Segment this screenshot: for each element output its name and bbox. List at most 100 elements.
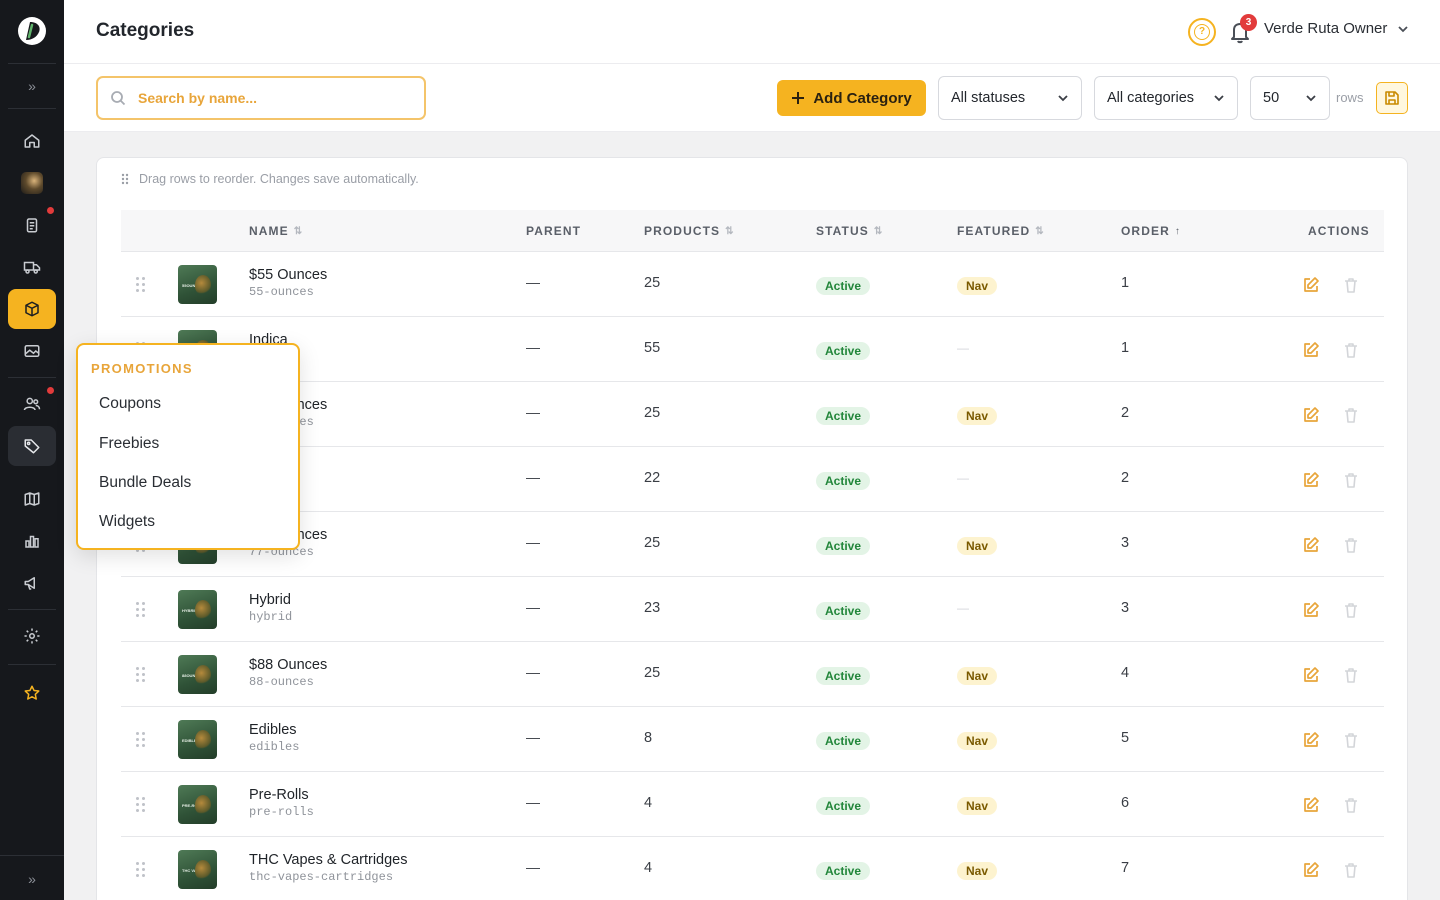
- category-name: THC Vapes & Cartridges: [249, 852, 408, 868]
- order-cell: 2: [1121, 405, 1130, 421]
- sort-icon: ⇅: [725, 225, 734, 237]
- delete-icon[interactable]: [1342, 341, 1360, 359]
- add-category-label: Add Category: [813, 89, 912, 107]
- category-slug: 88-ounces: [249, 675, 314, 689]
- category-name-cell: Hybrid hybrid: [249, 592, 292, 624]
- delete-icon[interactable]: [1342, 601, 1360, 619]
- thumbnail-label: 55OUNCES: [182, 283, 204, 288]
- map-icon[interactable]: [8, 479, 56, 519]
- favorites-icon[interactable]: [8, 673, 56, 713]
- edit-icon[interactable]: [1302, 276, 1320, 294]
- table-row[interactable]: 77OUNCES $77 Ounces 77-ounces — 25 Activ…: [121, 512, 1384, 577]
- chevron-down-icon: [1398, 25, 1409, 32]
- parent-cell: —: [526, 859, 540, 875]
- edit-icon[interactable]: [1302, 861, 1320, 879]
- status-filter-select[interactable]: All statuses: [938, 76, 1082, 120]
- customers-alert-dot: [47, 387, 54, 394]
- settings-icon[interactable]: [8, 616, 56, 656]
- table-row[interactable]: INDICA Indica indica — 55 Active — 1: [121, 317, 1384, 382]
- column-order[interactable]: ORDER ↑: [1121, 224, 1180, 238]
- flyout-item-bundle-deals[interactable]: Bundle Deals: [99, 474, 191, 492]
- search-input[interactable]: [138, 86, 408, 110]
- chevron-down-icon: [1214, 95, 1224, 102]
- expand-sidebar-icon[interactable]: »: [20, 76, 44, 96]
- rows-per-page-value: 50: [1263, 90, 1280, 106]
- category-name-cell: Pre-Rolls pre-rolls: [249, 787, 314, 819]
- order-cell: 1: [1121, 340, 1130, 356]
- flyout-item-coupons[interactable]: Coupons: [99, 395, 161, 413]
- table-row[interactable]: 88OUNCES $88 Ounces 88-ounces — 25 Activ…: [121, 642, 1384, 707]
- category-slug: edibles: [249, 740, 300, 754]
- table-row[interactable]: 55OUNCES $55 Ounces 55-ounces — 25 Activ…: [121, 252, 1384, 317]
- products-icon[interactable]: [8, 289, 56, 329]
- user-menu[interactable]: Verde Ruta Owner: [1264, 20, 1409, 37]
- column-products[interactable]: PRODUCTS ⇅: [644, 224, 734, 238]
- delete-icon[interactable]: [1342, 276, 1360, 294]
- rows-per-page-select[interactable]: 50: [1250, 76, 1330, 120]
- edit-icon[interactable]: [1302, 471, 1320, 489]
- sidebar-footer: »: [0, 855, 64, 900]
- flyout-item-freebies[interactable]: Freebies: [99, 435, 159, 453]
- drag-handle-icon[interactable]: [136, 667, 146, 682]
- table-row[interactable]: SATIVA Sativa sativa — 22 Active — 2: [121, 447, 1384, 512]
- edit-icon[interactable]: [1302, 731, 1320, 749]
- parent-cell: —: [526, 599, 540, 615]
- column-actions-label: ACTIONS: [1308, 224, 1370, 238]
- table-row[interactable]: 66OUNCES $66 Ounces 66-ounces — 25 Activ…: [121, 382, 1384, 447]
- edit-icon[interactable]: [1302, 666, 1320, 684]
- delete-icon[interactable]: [1342, 406, 1360, 424]
- order-cell: 5: [1121, 730, 1130, 746]
- delete-icon[interactable]: [1342, 796, 1360, 814]
- delete-icon[interactable]: [1342, 471, 1360, 489]
- column-name[interactable]: NAME ⇅: [249, 224, 302, 238]
- edit-icon[interactable]: [1302, 601, 1320, 619]
- app-logo[interactable]: [16, 14, 48, 48]
- collapse-sidebar-icon[interactable]: »: [20, 869, 44, 889]
- table-row[interactable]: HYBRID Hybrid hybrid — 23 Active — 3: [121, 577, 1384, 642]
- delivery-icon[interactable]: [8, 247, 56, 287]
- parent-cell: —: [526, 404, 540, 420]
- notification-badge: 3: [1240, 14, 1257, 31]
- column-status[interactable]: STATUS ⇅: [816, 224, 882, 238]
- delete-icon[interactable]: [1342, 731, 1360, 749]
- sort-icon: ⇅: [293, 225, 303, 237]
- edit-icon[interactable]: [1302, 536, 1320, 554]
- status-badge: Active: [816, 407, 871, 425]
- drag-handle-icon[interactable]: [136, 862, 146, 877]
- drag-handle-icon[interactable]: [136, 732, 146, 747]
- save-button[interactable]: [1376, 82, 1408, 114]
- search-box[interactable]: [96, 76, 426, 120]
- featured-badge: Nav: [957, 862, 998, 880]
- sort-icon: ⇅: [873, 225, 883, 237]
- status-badge: Active: [816, 602, 871, 620]
- category-filter-select[interactable]: All categories: [1094, 76, 1238, 120]
- plus-icon: [792, 92, 805, 104]
- table-row[interactable]: PRE-ROLLS Pre-Rolls pre-rolls — 4 Active…: [121, 772, 1384, 837]
- marketing-icon[interactable]: [8, 563, 56, 603]
- column-featured[interactable]: FEATURED ⇅: [957, 224, 1044, 238]
- flyout-item-widgets[interactable]: Widgets: [99, 513, 155, 531]
- chevron-down-icon: [1306, 95, 1316, 102]
- category-name: $55 Ounces: [249, 267, 328, 283]
- edit-icon[interactable]: [1302, 796, 1320, 814]
- orders-alert-dot: [47, 207, 54, 214]
- analytics-icon[interactable]: [8, 521, 56, 561]
- delete-icon[interactable]: [1342, 666, 1360, 684]
- delete-icon[interactable]: [1342, 536, 1360, 554]
- products-count: 8: [644, 730, 653, 746]
- home-icon[interactable]: [8, 121, 56, 161]
- promotions-icon[interactable]: [8, 426, 56, 466]
- media-icon[interactable]: [8, 331, 56, 371]
- delete-icon[interactable]: [1342, 861, 1360, 879]
- drag-handle-icon[interactable]: [136, 602, 146, 617]
- help-button[interactable]: ?: [1188, 18, 1216, 46]
- drag-handle-icon[interactable]: [136, 277, 146, 292]
- edit-icon[interactable]: [1302, 341, 1320, 359]
- drag-handle-icon[interactable]: [136, 797, 146, 812]
- edit-icon[interactable]: [1302, 406, 1320, 424]
- table-row[interactable]: THC VAPES THC Vapes & Cartridges thc-vap…: [121, 837, 1384, 900]
- store-avatar[interactable]: [8, 163, 56, 203]
- add-category-button[interactable]: Add Category: [777, 80, 926, 116]
- parent-cell: —: [526, 664, 540, 680]
- table-row[interactable]: EDIBLES Edibles edibles — 8 Active Nav 5: [121, 707, 1384, 772]
